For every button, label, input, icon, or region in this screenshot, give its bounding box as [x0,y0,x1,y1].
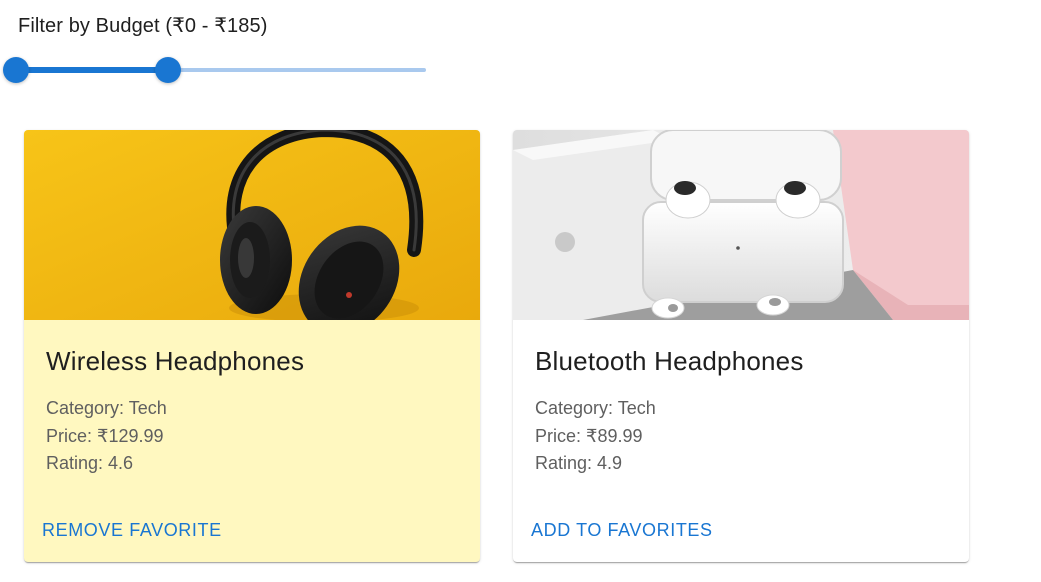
slider-thumb-min[interactable] [3,57,29,83]
product-price: Price: ₹89.99 [535,425,643,446]
slider-track [16,67,168,73]
product-card: Wireless Headphones Category: Tech Price… [24,130,480,562]
product-rating: Rating: 4.6 [46,453,134,473]
product-title: Wireless Headphones [46,346,305,376]
product-category: Category: Tech [46,398,167,418]
budget-range-slider[interactable] [3,56,426,84]
budget-filter-label: Filter by Budget (₹0 - ₹185) [18,15,268,37]
earbuds-photo [513,130,969,320]
product-price: Price: ₹129.99 [46,425,164,446]
product-category: Category: Tech [535,398,656,418]
headphones-photo [24,130,480,320]
add-to-favorites-button[interactable]: ADD TO FAVORITES [531,520,713,541]
product-rating: Rating: 4.9 [535,453,623,473]
remove-favorite-button[interactable]: REMOVE FAVORITE [42,520,222,541]
product-title: Bluetooth Headphones [535,346,804,376]
product-card: Bluetooth Headphones Category: Tech Pric… [513,130,969,562]
slider-thumb-max[interactable] [154,57,181,83]
